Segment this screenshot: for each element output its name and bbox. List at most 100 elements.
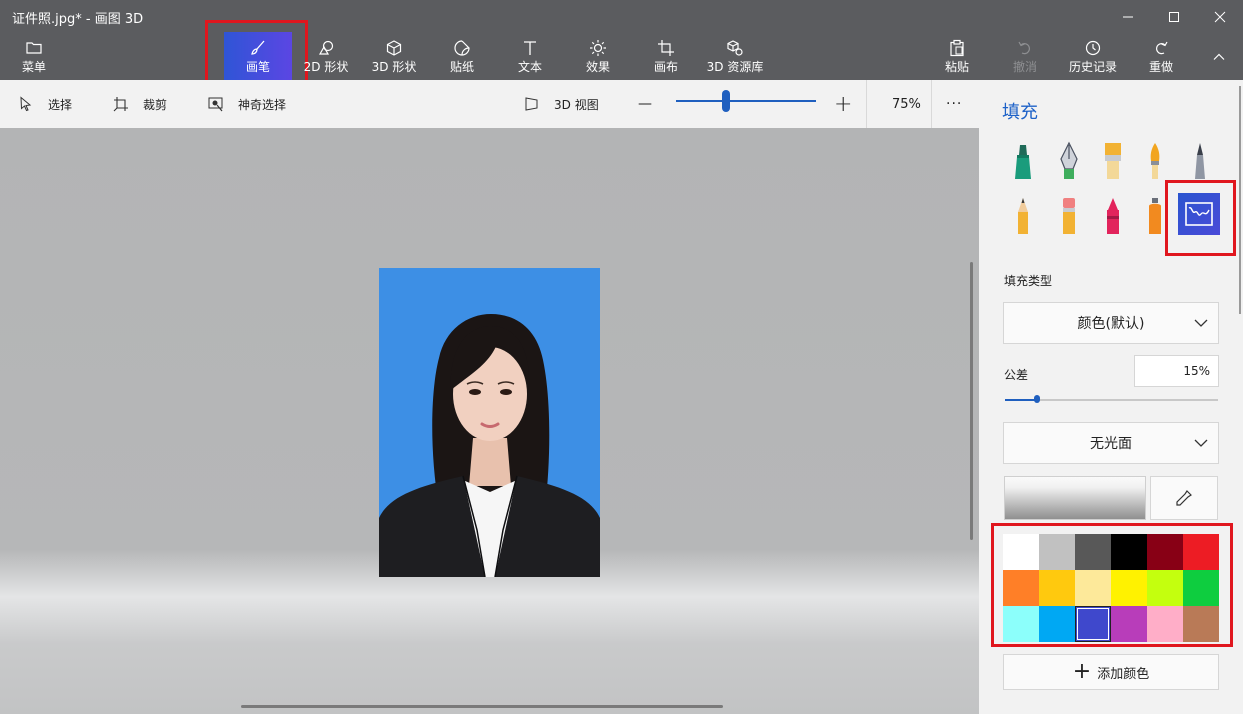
oil-brush-icon xyxy=(1105,143,1121,179)
text-tab[interactable]: 文本 xyxy=(512,32,548,80)
close-button[interactable] xyxy=(1197,2,1243,32)
library3d-label: 3D 资源库 xyxy=(706,60,764,74)
canvas-icon xyxy=(658,40,674,56)
canvas-tab[interactable]: 画布 xyxy=(648,32,684,80)
redo-button[interactable]: 重做 xyxy=(1144,32,1178,80)
highlight-palette xyxy=(991,523,1233,647)
plus-icon: + xyxy=(1072,659,1092,684)
paste-icon xyxy=(950,39,964,57)
sun-icon xyxy=(590,40,606,56)
calligraphy-pen-brush[interactable] xyxy=(1051,141,1087,181)
text-icon xyxy=(524,41,536,55)
divider xyxy=(931,80,932,128)
watercolor-brush-icon xyxy=(1150,143,1160,179)
effects-tab[interactable]: 效果 xyxy=(580,32,616,80)
current-color-preview xyxy=(1004,476,1146,520)
folder-icon xyxy=(26,42,42,54)
canvas-horizontal-scrollbar[interactable] xyxy=(241,705,723,708)
magic-select-tool[interactable]: 神奇选择 xyxy=(208,80,286,128)
select-tool[interactable]: 选择 xyxy=(18,80,72,128)
history-label: 历史记录 xyxy=(1068,60,1117,74)
canvas-label: 画布 xyxy=(653,60,678,74)
stickers-tab[interactable]: 贴纸 xyxy=(444,32,480,80)
panel-scrollbar[interactable] xyxy=(1239,86,1241,314)
redo-icon xyxy=(1156,41,1168,55)
eyedropper-icon xyxy=(1176,490,1192,506)
3d-view-icon xyxy=(525,97,538,111)
zoom-out-button[interactable]: — xyxy=(638,80,652,128)
tolerance-slider-fill xyxy=(1005,399,1037,401)
history-button[interactable]: 历史记录 xyxy=(1064,32,1122,80)
cursor-icon xyxy=(20,96,32,112)
cube-icon xyxy=(386,40,402,56)
eraser-brush[interactable] xyxy=(1051,196,1087,236)
undo-icon xyxy=(1018,41,1030,55)
chevron-down-icon xyxy=(1194,319,1208,327)
marker-brush[interactable] xyxy=(1005,141,1041,181)
id-photo[interactable] xyxy=(379,268,600,577)
select-label: 选择 xyxy=(48,97,73,112)
pixel-pen-brush[interactable] xyxy=(1182,141,1218,181)
zoom-slider-thumb[interactable] xyxy=(722,90,730,112)
sticker-icon xyxy=(454,40,470,56)
chevron-down-icon xyxy=(1194,439,1208,447)
title-bar xyxy=(0,0,1243,80)
close-icon xyxy=(1214,11,1226,23)
eyedropper-button[interactable] xyxy=(1150,476,1218,520)
collapse-ribbon-button[interactable] xyxy=(1196,42,1242,72)
undo-button[interactable]: 撤消 xyxy=(1008,32,1042,80)
shapes2d-tab[interactable]: 2D 形状 xyxy=(300,32,352,80)
pencil-brush[interactable] xyxy=(1005,196,1041,236)
fill-type-dropdown[interactable]: 颜色(默认) xyxy=(1003,302,1219,344)
crayon-brush[interactable] xyxy=(1095,196,1131,236)
text-label: 文本 xyxy=(517,60,542,74)
shapes3d-tab[interactable]: 3D 形状 xyxy=(368,32,420,80)
menu-button[interactable]: 菜单 xyxy=(10,32,58,80)
crop-tool[interactable]: 裁剪 xyxy=(113,80,167,128)
panel-title: 填充 xyxy=(1002,102,1038,123)
shapes2d-label: 2D 形状 xyxy=(303,60,349,74)
minimize-button[interactable] xyxy=(1105,2,1151,32)
zoom-slider[interactable] xyxy=(676,100,816,102)
history-icon xyxy=(1085,40,1101,56)
crop-label: 裁剪 xyxy=(143,97,168,112)
add-color-button[interactable]: + 添加颜色 xyxy=(1003,654,1219,690)
add-color-label: 添加颜色 xyxy=(1097,666,1150,682)
window-title: 证件照.jpg* - 画图 3D xyxy=(12,12,144,27)
library3d-tab[interactable]: 3D 资源库 xyxy=(704,32,766,80)
watercolor-brush[interactable] xyxy=(1137,141,1173,181)
3d-library-icon xyxy=(727,40,743,56)
zoom-in-button[interactable]: + xyxy=(834,80,852,128)
tolerance-input[interactable]: 15% xyxy=(1134,355,1219,387)
shapes3d-label: 3D 形状 xyxy=(371,60,417,74)
finish-dropdown[interactable]: 无光面 xyxy=(1003,422,1219,464)
minimize-icon xyxy=(1123,16,1133,18)
finish-value: 无光面 xyxy=(1090,436,1132,452)
fill-type-value: 颜色(默认) xyxy=(1077,316,1145,332)
menu-label: 菜单 xyxy=(21,60,46,74)
tolerance-label: 公差 xyxy=(1004,368,1029,382)
effects-label: 效果 xyxy=(585,60,610,74)
zoom-level[interactable]: 75% xyxy=(892,80,921,128)
oil-brush[interactable] xyxy=(1095,141,1131,181)
canvas-vertical-scrollbar[interactable] xyxy=(970,262,973,540)
chevron-up-icon xyxy=(1213,53,1225,60)
divider xyxy=(866,80,867,128)
paste-label: 粘贴 xyxy=(944,60,969,74)
fill-type-label: 填充类型 xyxy=(1004,274,1053,288)
eraser-icon xyxy=(1063,198,1075,234)
pixel-pen-icon xyxy=(1195,143,1205,179)
redo-label: 重做 xyxy=(1148,60,1173,74)
crop-icon xyxy=(113,97,128,112)
view3d-toggle[interactable]: 3D 视图 xyxy=(524,80,599,128)
tolerance-slider-thumb[interactable] xyxy=(1034,395,1040,403)
portrait-image xyxy=(379,268,600,577)
highlight-brushes xyxy=(205,20,308,84)
paste-button[interactable]: 粘贴 xyxy=(940,32,974,80)
crayon-icon xyxy=(1107,198,1119,234)
marker-icon xyxy=(1015,145,1031,179)
more-options-button[interactable]: ··· xyxy=(946,80,962,128)
maximize-button[interactable] xyxy=(1151,2,1197,32)
view3d-label: 3D 视图 xyxy=(554,97,599,112)
undo-label: 撤消 xyxy=(1012,60,1037,74)
